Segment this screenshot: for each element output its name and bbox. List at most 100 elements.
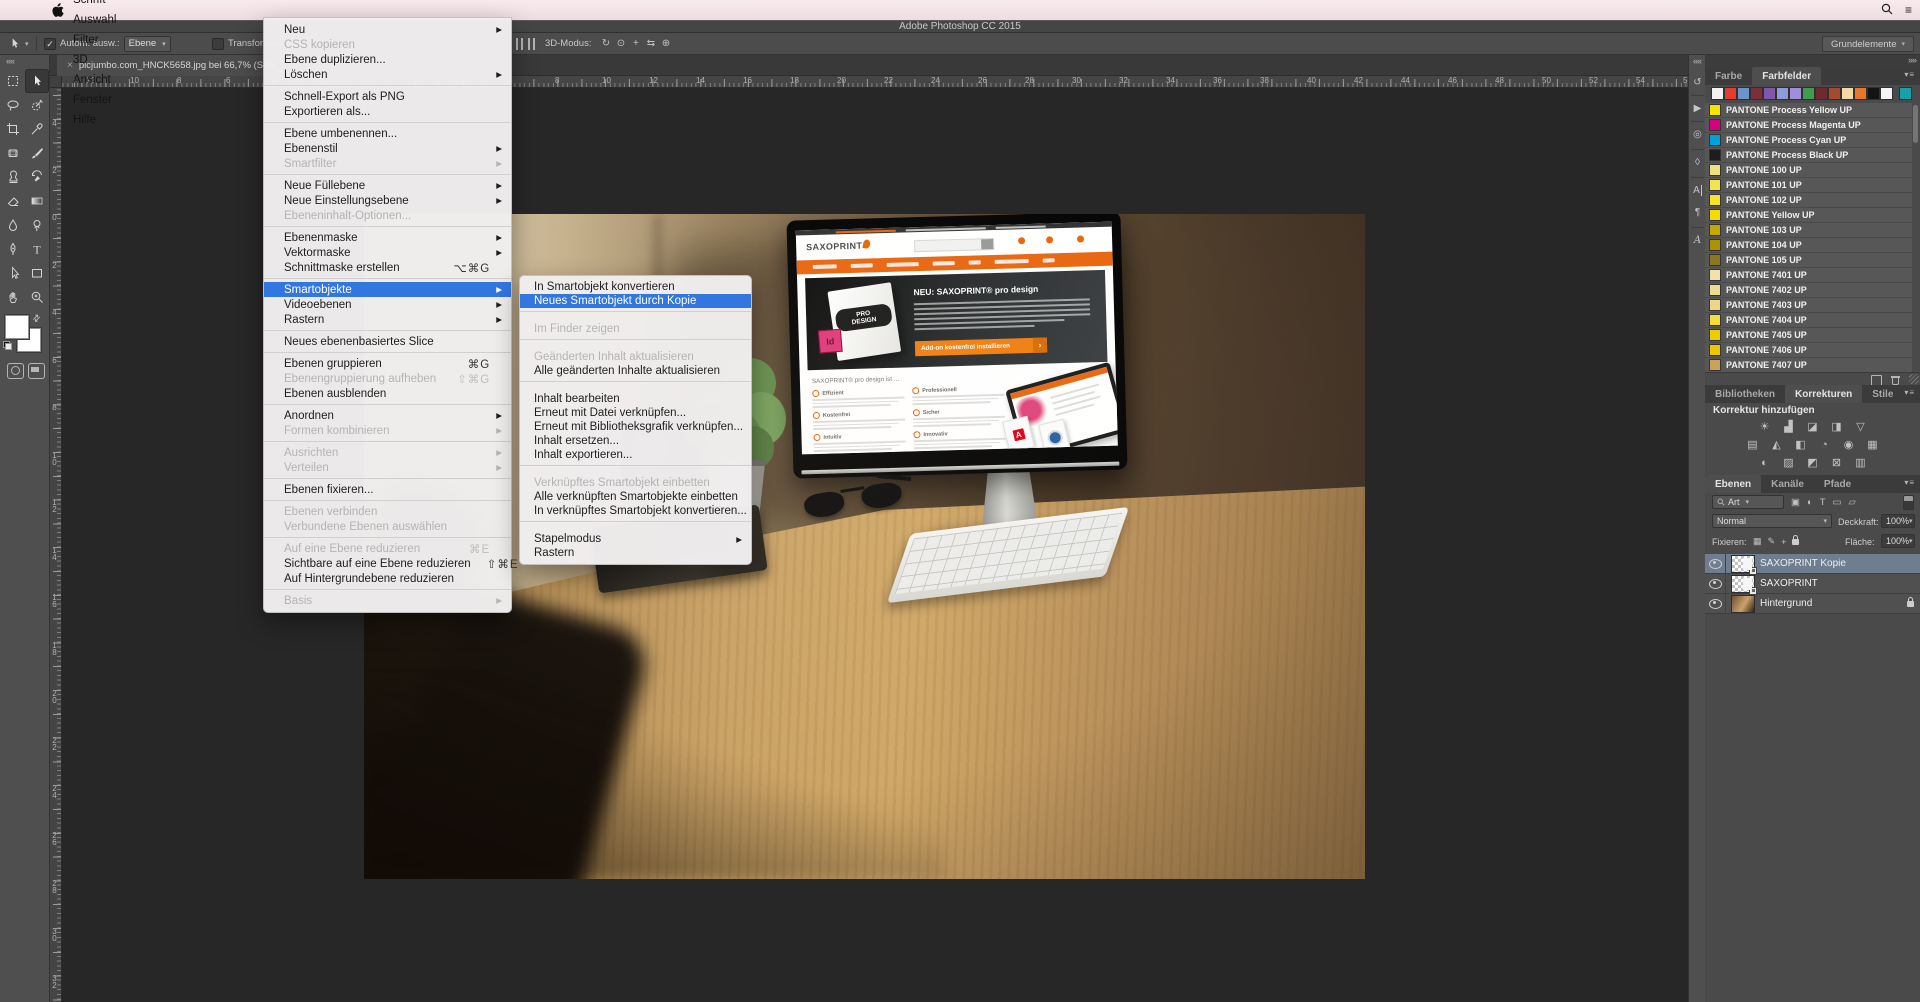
menu-item[interactable]: Exportieren als... ▶ [264,104,511,119]
document-image[interactable]: SAXOPRINT [364,214,1365,879]
roll-3d-icon[interactable]: ⊙ [614,38,627,49]
ruler-origin-corner[interactable] [50,76,62,88]
swatch-row[interactable]: PANTONE 7402 UP [1705,283,1912,298]
filter-pixel-layers-icon[interactable]: ▣ [1791,497,1800,508]
quick-selection-tool[interactable] [25,93,49,117]
menu-item[interactable]: ▶ [264,171,511,178]
menu-item[interactable]: ▶ [520,462,751,476]
fill-field[interactable]: 100%▾ [1881,534,1915,548]
posterize-icon[interactable]: ▨ [1780,455,1798,470]
menu-item[interactable]: Neue Füllebene ▶ [264,178,511,193]
trash-icon[interactable] [1891,375,1900,385]
swap-colors-icon[interactable]: ⇄ [30,312,43,325]
blur-tool[interactable] [1,213,25,237]
blend-mode-dropdown[interactable]: Normal▾ [1712,514,1832,528]
menu-item[interactable]: Smartfilter ▶ [264,156,511,171]
menu-item[interactable]: ▶ [264,475,511,482]
menu-item[interactable]: Ebene duplizieren... ▶ [264,52,511,67]
screen-mode-button[interactable] [28,363,45,379]
swatch-row[interactable]: PANTONE Process Black UP [1705,148,1912,163]
color-swatch[interactable] [1842,88,1853,99]
panel-tab[interactable]: Farbfelder [1752,67,1821,85]
swatch-row[interactable]: PANTONE 7404 UP [1705,313,1912,328]
pen-tool[interactable] [1,237,25,261]
menu-item[interactable]: Formen kombinieren ▶ [264,423,511,438]
swatch-row[interactable]: PANTONE 101 UP [1705,178,1912,193]
lock-position-icon[interactable]: + [1781,537,1786,547]
menubar-item[interactable]: Hilfe [64,110,162,130]
panel-tab[interactable]: Ebenen [1705,475,1761,493]
threshold-icon[interactable]: ◩ [1804,455,1822,470]
swatch-row[interactable]: PANTONE 7403 UP [1705,298,1912,313]
color-swatch[interactable] [1868,88,1879,99]
menu-item[interactable]: Erneut mit Datei verknüpfen... ▶ [520,406,751,420]
swatch-row[interactable]: PANTONE 105 UP [1705,253,1912,268]
swatch-row[interactable]: PANTONE Yellow UP [1705,208,1912,223]
clone-stamp-tool[interactable] [1,165,25,189]
menu-item[interactable]: Erneut mit Bibliotheksgrafik verknüpfen.… [520,420,751,434]
filter-type-layers-icon[interactable]: T [1820,497,1826,508]
levels-icon[interactable]: ▟ [1780,419,1798,434]
filter-shape-layers-icon[interactable]: ▭ [1833,497,1842,508]
menu-item[interactable]: ▶ [264,82,511,89]
menu-item[interactable]: Anordnen ▶ [264,408,511,423]
rectangular-marquee-tool[interactable] [1,69,25,93]
color-balance-icon[interactable]: ◭ [1768,437,1786,452]
menu-item[interactable]: Neue Einstellungsebene ▶ [264,193,511,208]
panel-tab[interactable]: Korrekturen [1785,385,1862,403]
menu-item[interactable]: ▶ [520,378,751,392]
pan-3d-icon[interactable]: + [629,38,642,49]
spot-healing-tool[interactable] [1,141,25,165]
menu-item[interactable]: Ebeneninhalt-Optionen... ▶ [264,208,511,223]
distribute-icon[interactable] [528,38,537,50]
filter-adjustment-layers-icon[interactable]: ◐ [1807,497,1813,508]
photo-filter-icon[interactable]: ◔ [1816,437,1834,452]
menu-item[interactable]: Verbundene Ebenen auswählen ▶ [264,519,511,534]
menu-item[interactable]: ▶ [264,119,511,126]
color-swatch[interactable] [1803,88,1814,99]
menu-item[interactable]: Ebene umbenennen... ▶ [264,126,511,141]
history-brush-tool[interactable] [25,165,49,189]
swatch-row[interactable]: PANTONE 7407 UP [1705,358,1912,373]
menu-item[interactable]: Schnell-Export als PNG ▶ [264,89,511,104]
panel-tab[interactable]: Farbe [1705,67,1752,85]
color-swatch[interactable] [1816,88,1827,99]
menu-item[interactable]: Rastern ▶ [520,546,751,560]
properties-panel-icon[interactable]: ◎ [1689,129,1706,140]
menu-item[interactable]: Ebenen fixieren... ▶ [264,482,511,497]
gradient-map-icon[interactable]: ▥ [1852,455,1870,470]
color-swatch[interactable] [1900,88,1911,99]
lasso-tool[interactable] [1,93,25,117]
lock-all-icon[interactable] [1792,537,1799,547]
swatch-row[interactable]: PANTONE Process Cyan UP [1705,133,1912,148]
collapse-panels-icon[interactable]: »» [1908,55,1916,65]
collapse-toolbar-icon[interactable]: «« [6,56,14,66]
menu-item[interactable]: Löschen ▶ [264,67,511,82]
menu-item[interactable]: ▶ [264,534,511,541]
filter-smart-objects-icon[interactable]: ▱ [1849,497,1856,508]
spotlight-icon[interactable] [1881,3,1893,18]
menu-item[interactable]: Im Finder zeigen ▶ [520,322,751,336]
panel-tab[interactable]: Stile [1862,385,1903,403]
menu-item[interactable]: Auf eine Ebene reduzieren ⌘E ▶ [264,541,511,556]
menu-item[interactable]: Vektormaske ▶ [264,245,511,260]
menu-item[interactable]: Schnittmaske erstellen ⌥⌘G ▶ [264,260,511,275]
menu-item[interactable]: ▶ [264,223,511,230]
color-swatch[interactable] [1725,88,1736,99]
menubar-item[interactable]: 3D [64,50,162,70]
selective-color-icon[interactable]: ⊠ [1828,455,1846,470]
menu-item[interactable]: Videoebenen ▶ [264,297,511,312]
menu-item[interactable]: Auf Hintergrundebene reduzieren ▶ [264,571,511,586]
color-swatch[interactable] [1751,88,1762,99]
swatch-row[interactable]: PANTONE 104 UP [1705,238,1912,253]
visibility-toggle[interactable] [1705,554,1726,573]
color-swatch[interactable] [1829,88,1840,99]
actions-panel-icon[interactable]: ▶ [1689,103,1706,114]
move-tool[interactable] [25,69,49,93]
menu-item[interactable]: ▶ [264,438,511,445]
eyedropper-tool[interactable] [25,117,49,141]
scrollbar-thumb[interactable] [1913,105,1918,143]
menubar-item[interactable]: Filter [64,30,162,50]
layer-filter-toggle[interactable] [1903,495,1914,510]
menu-item[interactable]: In Smartobjekt konvertieren ▶ [520,280,751,294]
